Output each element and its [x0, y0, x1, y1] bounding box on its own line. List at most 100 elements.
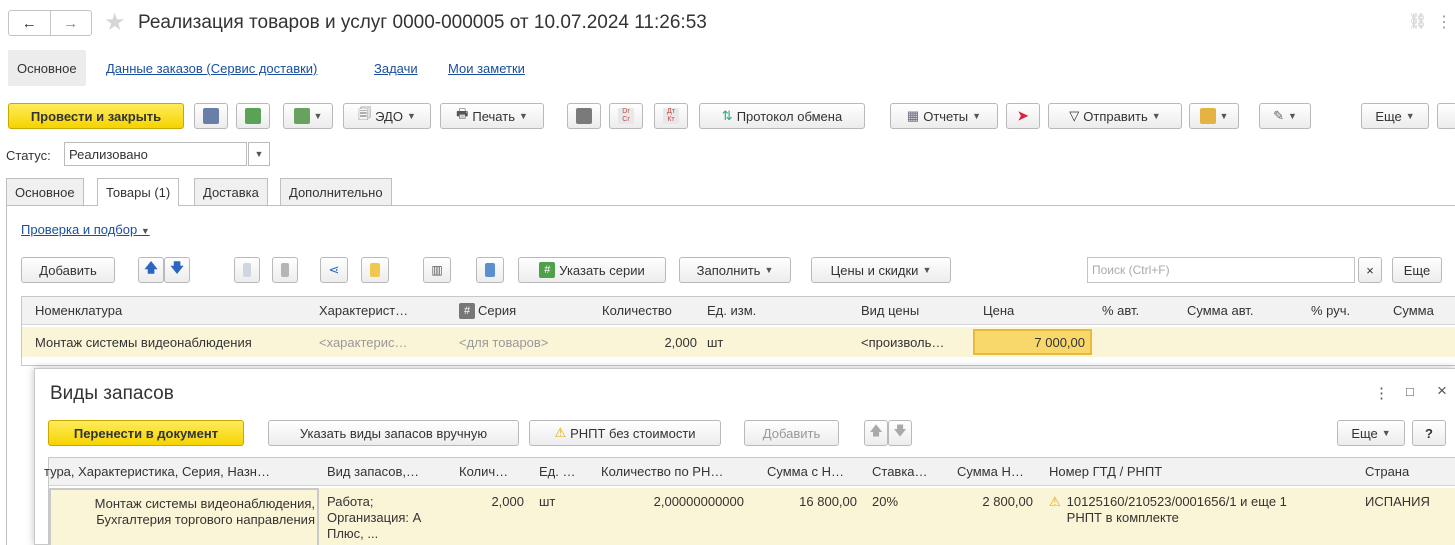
prices-discounts-button[interactable]: Цены и скидки ▼ — [811, 257, 951, 283]
close-icon[interactable]: × — [1437, 381, 1447, 401]
link-icon[interactable]: ⛓ — [1408, 12, 1427, 30]
favorite-star-icon[interactable]: ★ — [104, 8, 126, 37]
save-button[interactable] — [194, 103, 228, 129]
col-stock-nomenclature[interactable]: тура, Характеристика, Серия, Назн… — [39, 464, 314, 479]
col-stock-sum-vat[interactable]: Сумма с Н… — [762, 464, 862, 479]
status-select[interactable]: Реализовано — [64, 142, 247, 166]
col-characteristic[interactable]: Характерист… — [314, 303, 434, 318]
cell-price[interactable]: 7 000,00 — [973, 329, 1092, 355]
move-up-button[interactable]: 🡅 — [138, 257, 164, 283]
specify-series-button[interactable]: # Указать серии — [518, 257, 666, 283]
reports-button[interactable]: ▦ Отчеты ▼ — [890, 103, 998, 129]
tab-main[interactable]: Основное — [8, 50, 86, 86]
cell-stock-qty: 2,000 — [491, 494, 524, 509]
col-stock-country[interactable]: Страна — [1360, 464, 1450, 479]
col-stock-qty[interactable]: Колич… — [454, 464, 529, 479]
col-nomenclature[interactable]: Номенклатура — [30, 303, 320, 318]
tab-delivery[interactable]: Доставка — [194, 178, 268, 205]
col-price-type[interactable]: Вид цены — [856, 303, 966, 318]
move-down-button[interactable]: 🡇 — [164, 257, 190, 283]
check-selection-link[interactable]: Проверка и подбор ▼ — [21, 222, 150, 237]
col-sum[interactable]: Сумма — [1388, 303, 1455, 318]
col-manual-percent[interactable]: % руч. — [1306, 303, 1386, 318]
col-price[interactable]: Цена — [978, 303, 1088, 318]
cell-stock-vat: 2 800,00 — [982, 494, 1033, 509]
back-button[interactable]: ← — [9, 11, 51, 35]
cr-label: Cr — [622, 116, 630, 123]
transfer-to-document-button[interactable]: Перенести в документ — [48, 420, 244, 446]
share-rows-button[interactable]: ⋖ — [320, 257, 348, 283]
col-stock-unit[interactable]: Ед. … — [534, 464, 584, 479]
table-row[interactable]: Монтаж системы видеонаблюдения, Бухгалте… — [49, 488, 1455, 545]
more-label: Еще — [1375, 108, 1402, 124]
col-stock-rate[interactable]: Ставка… — [867, 464, 947, 479]
post-and-close-button[interactable]: Провести и закрыть — [8, 103, 184, 129]
table-row[interactable]: Монтаж системы видеонаблюдения <характер… — [22, 327, 1455, 357]
stock-gtd-line1: 10125160/210523/0001656/1 и еще 1 — [1066, 494, 1287, 509]
post-button[interactable] — [236, 103, 270, 129]
warning-icon: ⚠ — [1049, 494, 1061, 509]
cell-stock-gtd: ⚠ 10125160/210523/0001656/1 и еще 1 РНПТ … — [1044, 494, 1354, 526]
specify-stock-manually-button[interactable]: Указать виды запасов вручную — [268, 420, 519, 446]
paste-button[interactable] — [272, 257, 298, 283]
help-button[interactable] — [1437, 103, 1455, 129]
status-label: Статус: — [6, 148, 51, 163]
col-auto-sum[interactable]: Сумма авт. — [1182, 303, 1292, 318]
rnpt-without-cost-button[interactable]: ⚠ РНПТ без стоимости — [529, 420, 721, 446]
attach-document-button[interactable]: ▼ — [1189, 103, 1239, 129]
col-series[interactable]: # Серия — [454, 302, 594, 319]
fill-button[interactable]: Заполнить ▼ — [679, 257, 791, 283]
col-stock-vat[interactable]: Сумма Н… — [952, 464, 1042, 479]
forward-button[interactable]: → — [51, 11, 92, 35]
edo-button[interactable]: 🗐 ЭДО ▼ — [343, 103, 431, 129]
more-menu-icon[interactable]: ⋮ — [1436, 12, 1452, 32]
dr-cr-button[interactable]: Dr Cr — [609, 103, 643, 129]
maximize-icon[interactable]: □ — [1406, 384, 1414, 399]
tab-additional[interactable]: Дополнительно — [280, 178, 392, 205]
dialog-more-button[interactable]: Еще ▼ — [1337, 420, 1405, 446]
copy-button[interactable] — [234, 257, 260, 283]
attachments-button[interactable]: ✎ ▼ — [1259, 103, 1311, 129]
dialog-move-down-button[interactable]: 🡇 — [888, 420, 912, 446]
dt-kt-button[interactable]: Дт Кт — [654, 103, 688, 129]
status-dropdown-button[interactable]: ▼ — [248, 142, 270, 166]
goods-table-header: Номенклатура Характерист… # Серия Количес… — [22, 297, 1455, 325]
rnpt-label: РНПТ без стоимости — [570, 425, 696, 441]
goods-more-button[interactable]: Еще — [1392, 257, 1442, 283]
col-stock-kind[interactable]: Вид запасов,… — [322, 464, 447, 479]
more-button[interactable]: Еще ▼ — [1361, 103, 1429, 129]
barcode-button[interactable]: ▥ — [423, 257, 451, 283]
dialog-menu-icon[interactable]: ⋮ — [1374, 384, 1389, 402]
share-arrow-icon: ➤ — [1017, 108, 1029, 123]
journal-button[interactable] — [567, 103, 601, 129]
tab-delivery-orders[interactable]: Данные заказов (Сервис доставки) — [106, 61, 317, 76]
tab-doc-main[interactable]: Основное — [6, 178, 84, 205]
check-list-button[interactable] — [476, 257, 504, 283]
chevron-down-icon: ▼ — [972, 111, 982, 121]
tab-notes[interactable]: Мои заметки — [448, 61, 525, 76]
tab-tasks[interactable]: Задачи — [374, 61, 418, 76]
send-button[interactable]: ▽ Отправить ▼ — [1048, 103, 1182, 129]
search-clear-button[interactable]: × — [1358, 257, 1382, 283]
col-unit[interactable]: Ед. изм. — [702, 303, 812, 318]
col-auto-percent[interactable]: % авт. — [1097, 303, 1177, 318]
group-button[interactable] — [361, 257, 389, 283]
exchange-protocol-button[interactable]: ⇅ Протокол обмена — [699, 103, 865, 129]
dr-cr-icon: Dr Cr — [618, 108, 634, 124]
dialog-move-up-button[interactable]: 🡅 — [864, 420, 888, 446]
dialog-help-button[interactable]: ? — [1412, 420, 1446, 446]
col-quantity[interactable]: Количество — [597, 303, 707, 318]
chevron-down-icon: ▼ — [406, 111, 416, 121]
search-input[interactable]: Поиск (Ctrl+F) — [1087, 257, 1355, 283]
add-row-button[interactable]: Добавить — [21, 257, 115, 283]
dialog-add-button[interactable]: Добавить — [744, 420, 839, 446]
print-button[interactable]: 🖶 Печать ▼ — [440, 103, 544, 129]
cell-stock-country: ИСПАНИЯ — [1365, 494, 1430, 509]
col-stock-gtd[interactable]: Номер ГТД / РНПТ — [1044, 464, 1294, 479]
share-button[interactable]: ➤ — [1006, 103, 1040, 129]
cell-quantity: 2,000 — [664, 335, 697, 350]
col-stock-qty-rnpt[interactable]: Количество по РН… — [596, 464, 746, 479]
create-based-button[interactable]: ▼ — [283, 103, 333, 129]
tab-goods[interactable]: Товары (1) — [97, 178, 180, 206]
cell-stock-unit: шт — [539, 494, 556, 509]
